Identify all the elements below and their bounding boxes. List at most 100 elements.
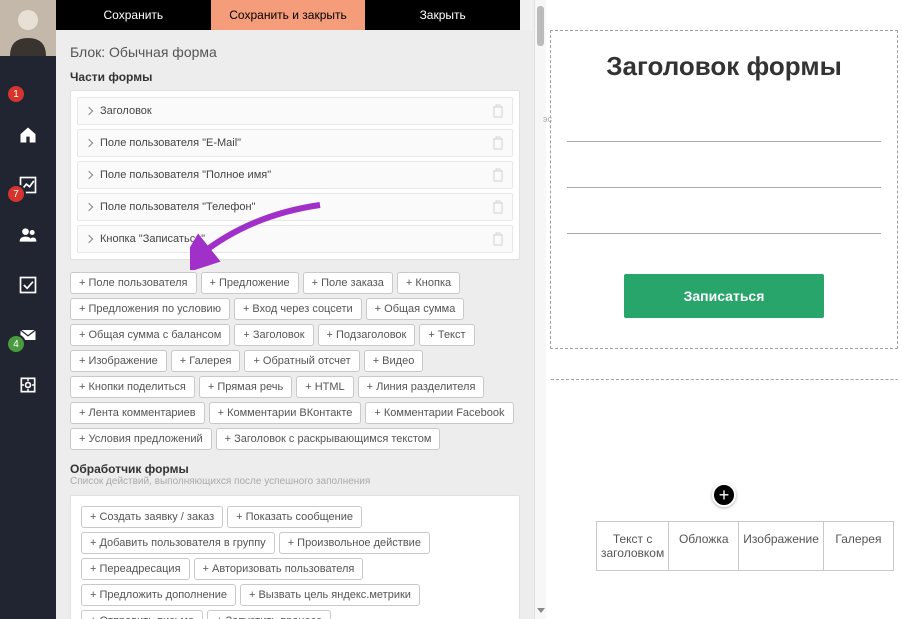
- processor-action-pill[interactable]: + Произвольное действие: [279, 532, 430, 554]
- processor-action-pill[interactable]: + Добавить пользователя в группу: [81, 532, 275, 554]
- add-block-pill[interactable]: + Обратный отсчет: [244, 350, 359, 372]
- add-block-pill[interactable]: + Комментарии Facebook: [365, 402, 513, 424]
- add-block-pill[interactable]: + Заголовок с раскрывающимся текстом: [216, 428, 441, 450]
- add-block-pill[interactable]: + Заголовок: [234, 324, 313, 346]
- part-row[interactable]: Кнопка "Записаться": [77, 225, 513, 253]
- scrollbar-gutter: [520, 0, 534, 30]
- trash-icon[interactable]: [492, 168, 504, 182]
- add-block-pill[interactable]: + HTML: [296, 376, 353, 398]
- tab-image[interactable]: Изображение: [739, 522, 824, 570]
- part-row[interactable]: Поле пользователя "Полное имя": [77, 161, 513, 189]
- nav-home[interactable]: [0, 114, 56, 156]
- part-label: Заголовок: [100, 105, 492, 117]
- nav-stats[interactable]: 7: [0, 164, 56, 206]
- scrollbar-thumb[interactable]: [537, 6, 544, 46]
- tab-cover[interactable]: Обложка: [669, 522, 739, 570]
- trash-icon[interactable]: [492, 104, 504, 118]
- trash-icon[interactable]: [492, 136, 504, 150]
- close-button[interactable]: Закрыть: [365, 0, 520, 30]
- field-email[interactable]: эс: [567, 112, 881, 142]
- part-row[interactable]: Заголовок: [77, 97, 513, 125]
- add-block-pill[interactable]: + Поле пользователя: [70, 272, 197, 294]
- plus-icon: +: [719, 486, 730, 504]
- processor-subtitle: Список действий, выполняющихся после усп…: [70, 476, 520, 487]
- add-block-pill[interactable]: + Предложения по условию: [70, 298, 230, 320]
- nav-tasks[interactable]: [0, 264, 56, 306]
- add-block-pill[interactable]: + Кнопка: [397, 272, 460, 294]
- add-block-pill[interactable]: + Поле заказа: [303, 272, 393, 294]
- nav-users[interactable]: [0, 214, 56, 256]
- add-block-pill[interactable]: + Подзаголовок: [318, 324, 416, 346]
- processor-action-pill[interactable]: + Вызвать цель яндекс.метрики: [240, 584, 420, 606]
- processor-action-buttons: + Создать заявку / заказ+ Показать сообщ…: [81, 506, 509, 619]
- processor-box: + Создать заявку / заказ+ Показать сообщ…: [70, 495, 520, 619]
- part-label: Поле пользователя "Телефон": [100, 201, 492, 213]
- add-block-pill[interactable]: + Общая сумма с балансом: [70, 324, 230, 346]
- part-row[interactable]: Поле пользователя "E-Mail": [77, 129, 513, 157]
- processor-action-pill[interactable]: + Переадресация: [81, 558, 190, 580]
- processor-action-pill[interactable]: + Создать заявку / заказ: [81, 506, 223, 528]
- processor-action-pill[interactable]: + Предложить дополнение: [81, 584, 236, 606]
- tab-text-heading[interactable]: Текст с заголовком: [597, 522, 669, 570]
- save-close-button[interactable]: Сохранить и закрыть: [211, 0, 366, 30]
- scroll-down-icon[interactable]: [537, 608, 545, 613]
- badge-count: 1: [8, 86, 24, 102]
- add-block-buttons: + Поле пользователя+ Предложение+ Поле з…: [70, 272, 520, 450]
- trash-icon[interactable]: [492, 232, 504, 246]
- app-sidebar: 1 7 4: [0, 0, 56, 619]
- tab-gallery[interactable]: Галерея: [824, 522, 893, 570]
- nav-mail[interactable]: 4: [0, 314, 56, 356]
- processor-action-pill[interactable]: + Отправить письмо: [81, 610, 203, 619]
- form-preview-block[interactable]: Заголовок формы эс Записаться: [550, 30, 898, 349]
- nav-notifications[interactable]: 1: [0, 64, 56, 106]
- add-block-button[interactable]: +: [712, 483, 736, 507]
- nav-settings[interactable]: [0, 364, 56, 406]
- chevron-right-icon: [85, 139, 93, 147]
- trash-icon[interactable]: [492, 200, 504, 214]
- block-title: Блок: Обычная форма: [70, 44, 520, 60]
- chevron-right-icon: [85, 171, 93, 179]
- gear-icon: [18, 375, 38, 395]
- block-type-tabs: Текст с заголовком Обложка Изображение Г…: [596, 521, 894, 571]
- section-parts-label: Части формы: [70, 70, 520, 84]
- add-block-pill[interactable]: + Галерея: [171, 350, 241, 372]
- panel-scrollbar[interactable]: [534, 0, 546, 619]
- add-block-pill[interactable]: + Предложение: [201, 272, 299, 294]
- processor-action-pill[interactable]: + Авторизовать пользователя: [194, 558, 364, 580]
- add-block-pill[interactable]: + Условия предложений: [70, 428, 212, 450]
- field-phone[interactable]: [567, 204, 881, 234]
- badge-count: 4: [8, 336, 24, 352]
- add-block-pill[interactable]: + Вход через соцсети: [234, 298, 362, 320]
- panel-body[interactable]: Блок: Обычная форма Части формы Заголово…: [56, 30, 534, 619]
- settings-panel: Сохранить Сохранить и закрыть Закрыть Бл…: [56, 0, 534, 619]
- form-parts-list: Заголовок Поле пользователя "E-Mail" Пол…: [70, 90, 520, 260]
- field-name[interactable]: [567, 158, 881, 188]
- processor-action-pill[interactable]: + Запустить процесс: [207, 610, 331, 619]
- add-block-pill[interactable]: + Прямая речь: [199, 376, 292, 398]
- add-block-pill[interactable]: + Кнопки поделиться: [70, 376, 195, 398]
- home-icon: [18, 125, 38, 145]
- avatar[interactable]: [0, 0, 56, 56]
- part-label: Поле пользователя "E-Mail": [100, 137, 492, 149]
- add-block-pill[interactable]: + Видео: [364, 350, 424, 372]
- add-block-pill[interactable]: + Лента комментариев: [70, 402, 205, 424]
- part-row[interactable]: Поле пользователя "Телефон": [77, 193, 513, 221]
- add-block-pill[interactable]: + Изображение: [70, 350, 167, 372]
- part-label: Поле пользователя "Полное имя": [100, 169, 492, 181]
- checkbox-icon: [18, 275, 38, 295]
- processor-action-pill[interactable]: + Показать сообщение: [227, 506, 362, 528]
- chevron-right-icon: [85, 235, 93, 243]
- add-block-pill[interactable]: + Линия разделителя: [358, 376, 485, 398]
- add-block-pill[interactable]: + Текст: [419, 324, 474, 346]
- add-block-pill[interactable]: + Комментарии ВКонтакте: [209, 402, 362, 424]
- panel-header: Сохранить Сохранить и закрыть Закрыть: [56, 0, 534, 30]
- add-block-pill[interactable]: + Общая сумма: [366, 298, 465, 320]
- save-button[interactable]: Сохранить: [56, 0, 211, 30]
- users-icon: [18, 225, 38, 245]
- chevron-right-icon: [85, 107, 93, 115]
- part-label: Кнопка "Записаться": [100, 233, 492, 245]
- badge-count: 7: [8, 186, 24, 202]
- processor-title: Обработчик формы: [70, 462, 520, 476]
- submit-button[interactable]: Записаться: [624, 274, 824, 318]
- field-hint: эс: [543, 114, 583, 124]
